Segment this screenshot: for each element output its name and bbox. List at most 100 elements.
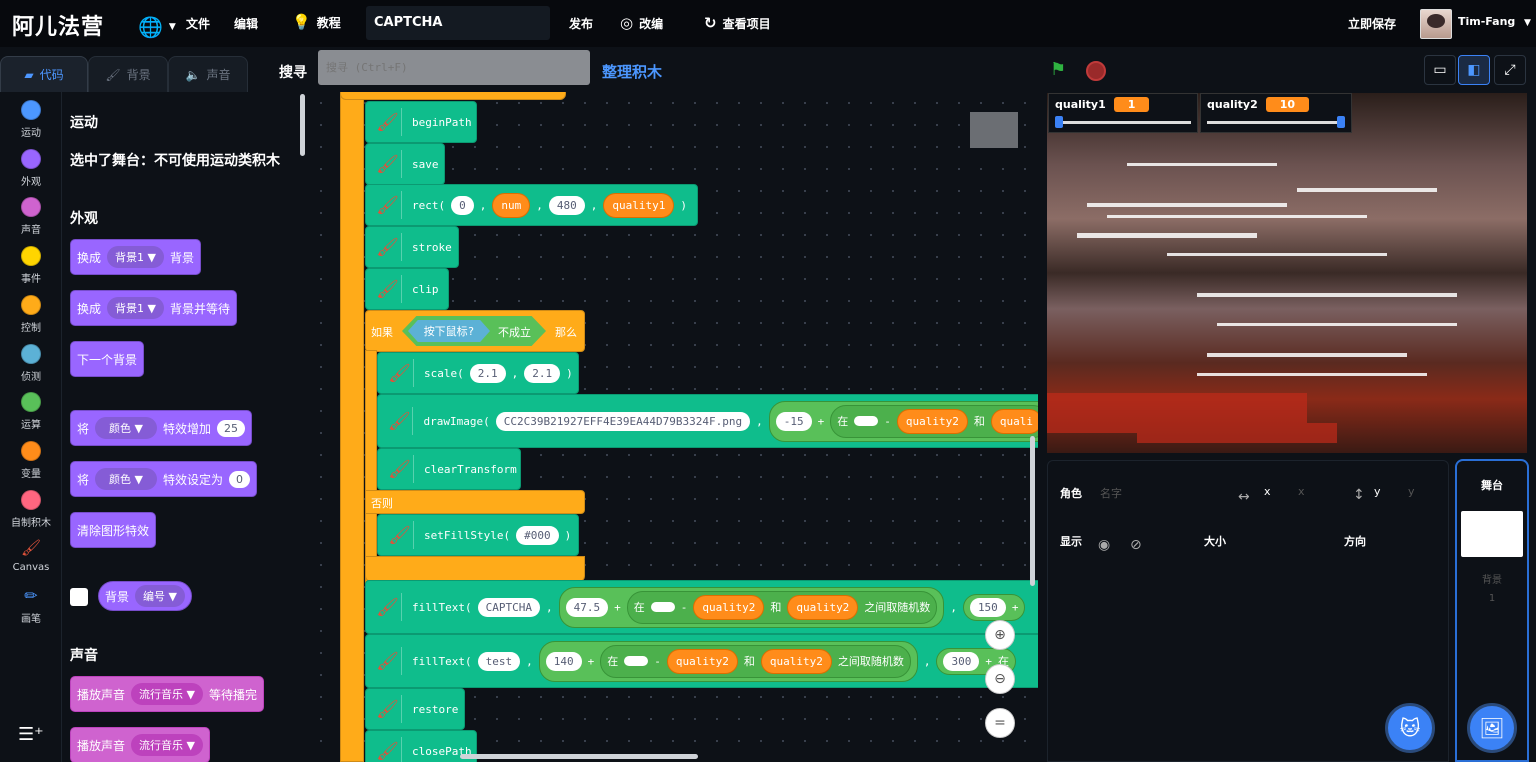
category-pen[interactable]: ✏ 画笔 bbox=[0, 586, 62, 625]
logo[interactable]: 阿儿法营 bbox=[12, 9, 104, 41]
block-play-sound[interactable]: 播放声音 流行音乐 ▼ bbox=[70, 727, 210, 762]
variable-reporter[interactable]: quali bbox=[990, 408, 1038, 434]
tab-code[interactable]: ▰ 代码 bbox=[0, 56, 88, 92]
category-operators[interactable]: 运算 bbox=[0, 392, 62, 431]
script-vertical-scrollbar[interactable] bbox=[1030, 436, 1035, 586]
variable-reporter[interactable]: quality2 bbox=[693, 594, 765, 620]
block-scale[interactable]: 🖌 scale(2.1, 2.1) bbox=[377, 352, 579, 394]
block-rect[interactable]: 🖌 rect(0, num, 480, quality1) bbox=[365, 184, 698, 226]
tab-sounds[interactable]: 🔈 声音 bbox=[168, 56, 248, 92]
add-operator[interactable]: 140 + 在 - quality2 和 quality2 之间取随机数 bbox=[538, 640, 918, 682]
file-menu[interactable]: 文件 bbox=[186, 15, 210, 32]
add-backdrop-button[interactable]: 🖼 bbox=[1467, 703, 1517, 753]
palette-scrollbar[interactable] bbox=[300, 94, 305, 156]
category-control[interactable]: 控制 bbox=[0, 295, 62, 334]
block-clearTransform[interactable]: 🖌 clearTransform bbox=[377, 448, 521, 490]
block-next-backdrop[interactable]: 下一个背景 bbox=[70, 341, 145, 377]
mouse-down-sensing[interactable]: 按下鼠标? bbox=[408, 320, 490, 342]
image-name-input[interactable]: CC2C39B21927EFF4E39EA44D79B3324F.png bbox=[495, 411, 751, 431]
block-drawImage[interactable]: 🖌 drawImage(CC2C39B21927EFF4E39EA44D79B33… bbox=[377, 394, 1038, 448]
sound-dropdown[interactable]: 流行音乐 ▼ bbox=[131, 734, 203, 756]
category-variables[interactable]: 变量 bbox=[0, 441, 62, 480]
caret-down-icon[interactable]: ▼ bbox=[1524, 18, 1531, 28]
y-input[interactable]: y bbox=[1408, 485, 1415, 498]
text-input[interactable]: test bbox=[477, 651, 521, 671]
block-set-effect[interactable]: 将 颜色 ▼ 特效设定为 0 bbox=[70, 461, 257, 497]
block-play-until-done[interactable]: 播放声音 流行音乐 ▼ 等待播完 bbox=[70, 676, 264, 712]
block-beginPath[interactable]: 🖌 beginPath bbox=[365, 101, 477, 143]
block-fillText-captcha[interactable]: 🖌 fillText(CAPTCHA, 47.5 + 在 - quality2 和 qualit… bbox=[365, 580, 1038, 634]
category-events[interactable]: 事件 bbox=[0, 246, 62, 285]
variable-reporter[interactable]: quality2 bbox=[666, 648, 738, 674]
block-save[interactable]: 🖌 save bbox=[365, 143, 445, 185]
stop-icon[interactable] bbox=[1086, 61, 1106, 81]
arg-input[interactable]: 2.1 bbox=[524, 363, 561, 383]
save-now-button[interactable]: 立即保存 bbox=[1348, 15, 1396, 32]
block-change-effect[interactable]: 将 颜色 ▼ 特效增加 25 bbox=[70, 410, 252, 446]
publish-button[interactable]: 发布 bbox=[569, 15, 593, 32]
arg-input[interactable]: #000 bbox=[516, 525, 559, 545]
avatar[interactable] bbox=[1420, 9, 1452, 39]
add-operator[interactable]: 47.5 + 在 - quality2 和 quality2 之间取随机数 bbox=[558, 586, 945, 628]
slider-knob[interactable] bbox=[1337, 116, 1345, 128]
arg-input[interactable]: 480 bbox=[548, 195, 585, 215]
block-fillText-test[interactable]: 🖌 fillText(test, 140 + 在 - quality2 和 quality2 之间… bbox=[365, 634, 1038, 688]
add-sprite-button[interactable]: 🐱 bbox=[1385, 703, 1435, 753]
block-setFillStyle[interactable]: 🖌 setFillStyle(#000) bbox=[377, 514, 579, 556]
username[interactable]: Tim-Fang bbox=[1458, 15, 1515, 28]
remix-button[interactable]: ◎ 改编 bbox=[620, 14, 663, 32]
variable-reporter[interactable]: num bbox=[492, 192, 531, 218]
search-input[interactable] bbox=[318, 50, 590, 85]
arg-input[interactable] bbox=[650, 602, 675, 612]
arg-input[interactable]: 150 bbox=[969, 597, 1006, 617]
edit-menu[interactable]: 编辑 bbox=[234, 15, 258, 32]
normal-stage-icon[interactable]: ◧ bbox=[1458, 55, 1490, 85]
block-backdrop-reporter[interactable]: 背景 编号 ▼ bbox=[98, 581, 192, 611]
zoom-out-icon[interactable]: ⊖ bbox=[985, 664, 1015, 694]
sprite-name-input[interactable]: 名字 bbox=[1100, 485, 1122, 501]
language-button[interactable]: 🌐 ▼ bbox=[138, 15, 176, 39]
arg-input[interactable]: 140 bbox=[545, 651, 582, 671]
variable-reporter[interactable]: quality1 bbox=[603, 192, 675, 218]
category-looks[interactable]: 外观 bbox=[0, 149, 62, 188]
arg-input[interactable]: 2.1 bbox=[469, 363, 506, 383]
see-project-button[interactable]: ↻ 查看项目 bbox=[704, 14, 771, 32]
arg-input[interactable]: 47.5 bbox=[565, 597, 609, 617]
add-operator[interactable]: 150 + bbox=[962, 593, 1026, 621]
category-my-blocks[interactable]: 自制积木 bbox=[0, 490, 62, 529]
random-operator[interactable]: 在 - quality2 和 quality2 之间取随机数 bbox=[600, 644, 911, 678]
eye-off-icon[interactable]: ⊘ bbox=[1130, 537, 1142, 553]
effect-dropdown[interactable]: 颜色 ▼ bbox=[95, 417, 157, 439]
tab-costumes[interactable]: 🖌 背景 bbox=[88, 56, 168, 92]
script-horizontal-scrollbar[interactable] bbox=[460, 754, 698, 759]
effect-dropdown[interactable]: 颜色 ▼ bbox=[95, 468, 157, 490]
variable-reporter[interactable]: quality2 bbox=[760, 648, 832, 674]
stage-thumbnail[interactable] bbox=[1461, 511, 1523, 557]
block-clip[interactable]: 🖌 clip bbox=[365, 268, 449, 310]
script-area[interactable]: 🖌 beginPath 🖌 save 🖌 rect(0, num, 480, quality… bbox=[310, 92, 1038, 762]
zoom-in-icon[interactable]: ⊕ bbox=[985, 620, 1015, 650]
variable-reporter[interactable]: quality2 bbox=[787, 594, 859, 620]
slider-track[interactable] bbox=[1207, 116, 1345, 128]
text-input[interactable]: CAPTCHA bbox=[477, 597, 540, 617]
small-stage-icon[interactable]: ▭ bbox=[1424, 55, 1456, 85]
eye-icon[interactable]: ◉ bbox=[1098, 537, 1110, 553]
category-motion[interactable]: 运动 bbox=[0, 100, 62, 139]
arg-input[interactable] bbox=[854, 416, 879, 426]
block-switch-backdrop-wait[interactable]: 换成 背景1 ▼ 背景并等待 bbox=[70, 290, 237, 326]
variable-reporter[interactable]: quality2 bbox=[896, 408, 968, 434]
zoom-reset-icon[interactable]: = bbox=[985, 708, 1015, 738]
block-stroke[interactable]: 🖌 stroke bbox=[365, 226, 459, 268]
tutorial-menu[interactable]: 💡 教程 bbox=[292, 13, 341, 31]
arg-input[interactable]: -15 bbox=[775, 411, 812, 431]
slider-knob[interactable] bbox=[1055, 116, 1063, 128]
sound-dropdown[interactable]: 流行音乐 ▼ bbox=[131, 683, 203, 705]
category-sound[interactable]: 声音 bbox=[0, 197, 62, 236]
add-extension-icon[interactable]: ☰⁺ bbox=[18, 724, 44, 745]
category-sensing[interactable]: 侦测 bbox=[0, 344, 62, 383]
number-input[interactable]: 25 bbox=[217, 419, 245, 437]
arg-input[interactable] bbox=[624, 656, 649, 666]
backdrop-number-dropdown[interactable]: 编号 ▼ bbox=[135, 585, 185, 607]
monitor-checkbox[interactable] bbox=[70, 588, 88, 606]
stage-canvas[interactable] bbox=[1047, 93, 1527, 453]
